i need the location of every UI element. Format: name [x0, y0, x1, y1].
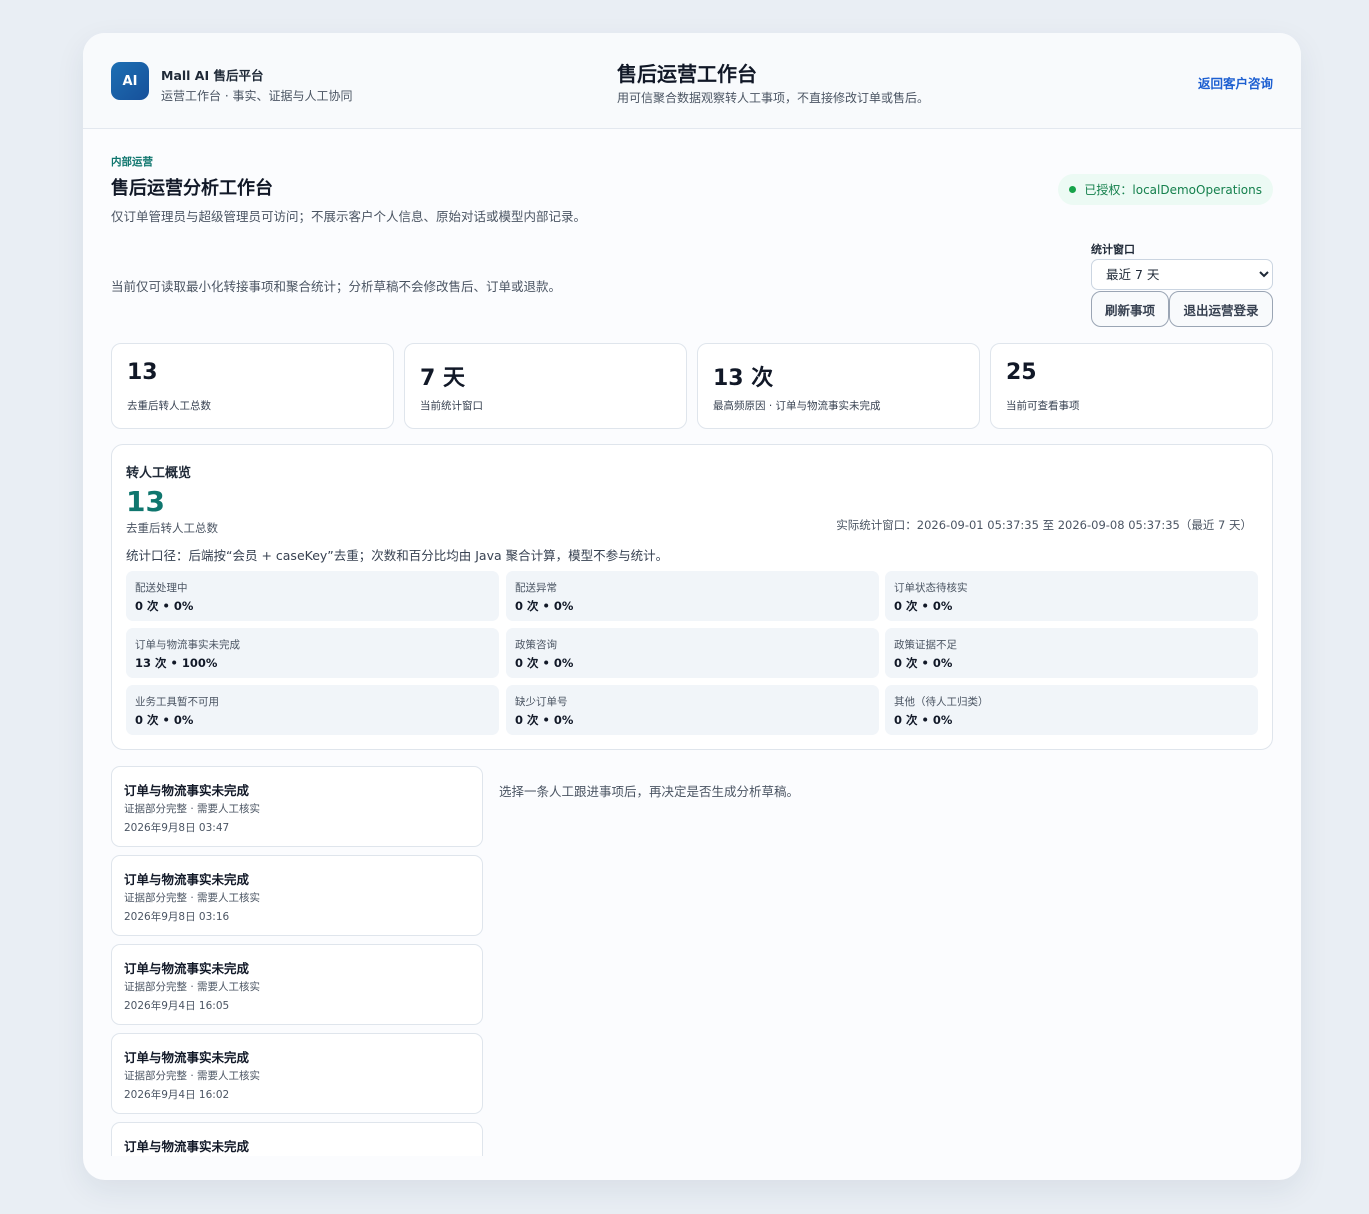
stat-card-total: 13 去重后转人工总数: [111, 343, 394, 429]
case-item[interactable]: 订单与物流事实未完成 证据部分完整 · 需要人工核实 2026年9月4日 16:…: [111, 1033, 483, 1114]
reason-cell: 配送处理中 0 次 • 0%: [126, 571, 499, 621]
reason-cell: 订单与物流事实未完成 13 次 • 100%: [126, 628, 499, 678]
overview-total-value: 13: [126, 485, 165, 518]
reason-value: 13 次 • 100%: [135, 656, 218, 670]
reason-name: 配送异常: [515, 582, 557, 594]
case-title: 订单与物流事实未完成: [124, 872, 250, 887]
stat-value: 25: [1006, 360, 1037, 385]
reason-name: 政策咨询: [515, 639, 557, 651]
back-to-consult-link[interactable]: 返回客户咨询: [1198, 73, 1273, 92]
reason-value: 0 次 • 0%: [894, 713, 953, 727]
top-bar: AI Mall AI 售后平台 运营工作台 · 事实、证据与人工协同 售后运营工…: [83, 33, 1301, 129]
stat-window-label: 统计窗口: [1091, 243, 1135, 256]
reason-value: 0 次 • 0%: [515, 713, 574, 727]
reason-value: 0 次 • 0%: [894, 656, 953, 670]
reason-name: 其他（待人工归类）: [894, 696, 989, 708]
reason-value: 0 次 • 0%: [515, 656, 574, 670]
auth-status-badge: 已授权：localDemoOperations: [1058, 174, 1273, 205]
case-status: 证据部分完整 · 需要人工核实: [124, 803, 261, 815]
case-item[interactable]: 订单与物流事实未完成 证据部分完整 · 需要人工核实 2026年9月8日 03:…: [111, 766, 483, 847]
case-title: 订单与物流事实未完成: [124, 1050, 250, 1065]
logo-icon: AI: [111, 62, 149, 100]
reason-name: 业务工具暂不可用: [135, 696, 219, 708]
reason-cell: 政策证据不足 0 次 • 0%: [885, 628, 1258, 678]
reason-cell: 政策咨询 0 次 • 0%: [506, 628, 879, 678]
reason-cell: 业务工具暂不可用 0 次 • 0%: [126, 685, 499, 735]
reason-value: 0 次 • 0%: [894, 599, 953, 613]
case-item[interactable]: 订单与物流事实未完成: [111, 1122, 483, 1156]
case-item[interactable]: 订单与物流事实未完成 证据部分完整 · 需要人工核实 2026年9月4日 16:…: [111, 944, 483, 1025]
stat-card-viewable: 25 当前可查看事项: [990, 343, 1273, 429]
stat-card-top-reason: 13 次 最高频原因 · 订单与物流事实未完成: [697, 343, 980, 429]
brand-name: Mall AI 售后平台: [161, 68, 264, 83]
reason-name: 缺少订单号: [515, 696, 568, 708]
case-list[interactable]: 订单与物流事实未完成 证据部分完整 · 需要人工核实 2026年9月8日 03:…: [111, 766, 483, 1156]
logout-button[interactable]: 退出运营登录: [1169, 291, 1273, 327]
case-item[interactable]: 订单与物流事实未完成 证据部分完整 · 需要人工核实 2026年9月8日 03:…: [111, 855, 483, 936]
reason-name: 订单状态待核实: [894, 582, 968, 594]
stat-label: 当前统计窗口: [420, 400, 483, 412]
stat-card-window: 7 天 当前统计窗口: [404, 343, 687, 429]
reason-cell: 缺少订单号 0 次 • 0%: [506, 685, 879, 735]
read-only-notice: 当前仅可读取最小化转接事项和聚合统计；分析草稿不会修改售后、订单或退款。: [111, 279, 562, 294]
auth-status-text: 已授权：localDemoOperations: [1084, 183, 1262, 197]
case-title: 订单与物流事实未完成: [124, 961, 250, 976]
reason-cell: 订单状态待核实 0 次 • 0%: [885, 571, 1258, 621]
case-title: 订单与物流事实未完成: [124, 783, 250, 798]
overview-method-note: 统计口径：后端按“会员 + caseKey”去重；次数和百分比均由 Java 聚…: [126, 548, 669, 563]
section-eyebrow: 内部运营: [111, 156, 153, 168]
page-title: 售后运营分析工作台: [111, 178, 273, 199]
brand-subtitle: 运营工作台 · 事实、证据与人工协同: [161, 89, 353, 103]
case-time: 2026年9月4日 16:02: [124, 1089, 230, 1101]
refresh-button[interactable]: 刷新事项: [1091, 291, 1169, 327]
case-status: 证据部分完整 · 需要人工核实: [124, 981, 261, 993]
page-description: 仅订单管理员与超级管理员可访问；不展示客户个人信息、原始对话或模型内部记录。: [111, 209, 587, 224]
reason-cell: 其他（待人工归类） 0 次 • 0%: [885, 685, 1258, 735]
case-status: 证据部分完整 · 需要人工核实: [124, 1070, 261, 1082]
overview-window-range: 实际统计窗口：2026-09-01 05:37:35 至 2026-09-08 …: [836, 518, 1252, 532]
reason-value: 0 次 • 0%: [135, 599, 194, 613]
stat-value: 13: [127, 360, 158, 385]
reason-value: 0 次 • 0%: [515, 599, 574, 613]
case-time: 2026年9月8日 03:16: [124, 911, 230, 923]
stat-label: 最高频原因 · 订单与物流事实未完成: [713, 400, 881, 412]
reason-name: 配送处理中: [135, 582, 188, 594]
case-time: 2026年9月8日 03:47: [124, 822, 230, 834]
stat-label: 去重后转人工总数: [127, 400, 211, 412]
overview-title: 转人工概览: [126, 466, 192, 481]
header-subtitle: 用可信聚合数据观察转人工事项，不直接修改订单或售后。: [617, 91, 930, 105]
reason-name: 订单与物流事实未完成: [135, 639, 240, 651]
reason-value: 0 次 • 0%: [135, 713, 194, 727]
stat-window-select[interactable]: 最近 7 天: [1091, 259, 1273, 290]
stat-label: 当前可查看事项: [1006, 400, 1080, 412]
handoff-overview-panel: 转人工概览 13 去重后转人工总数 实际统计窗口：2026-09-01 05:3…: [111, 444, 1273, 750]
case-title: 订单与物流事实未完成: [124, 1139, 250, 1154]
app-shell: AI Mall AI 售后平台 运营工作台 · 事实、证据与人工协同 售后运营工…: [83, 33, 1301, 1180]
case-status: 证据部分完整 · 需要人工核实: [124, 892, 261, 904]
header-title: 售后运营工作台: [617, 62, 757, 86]
reason-name: 政策证据不足: [894, 639, 957, 651]
reason-cell: 配送异常 0 次 • 0%: [506, 571, 879, 621]
stat-value: 13 次: [713, 366, 774, 391]
case-time: 2026年9月4日 16:05: [124, 1000, 230, 1012]
detail-empty-hint: 选择一条人工跟进事项后，再决定是否生成分析草稿。: [499, 784, 800, 799]
status-dot-icon: [1069, 186, 1077, 193]
overview-total-label: 去重后转人工总数: [126, 521, 218, 535]
stat-value: 7 天: [420, 366, 465, 391]
